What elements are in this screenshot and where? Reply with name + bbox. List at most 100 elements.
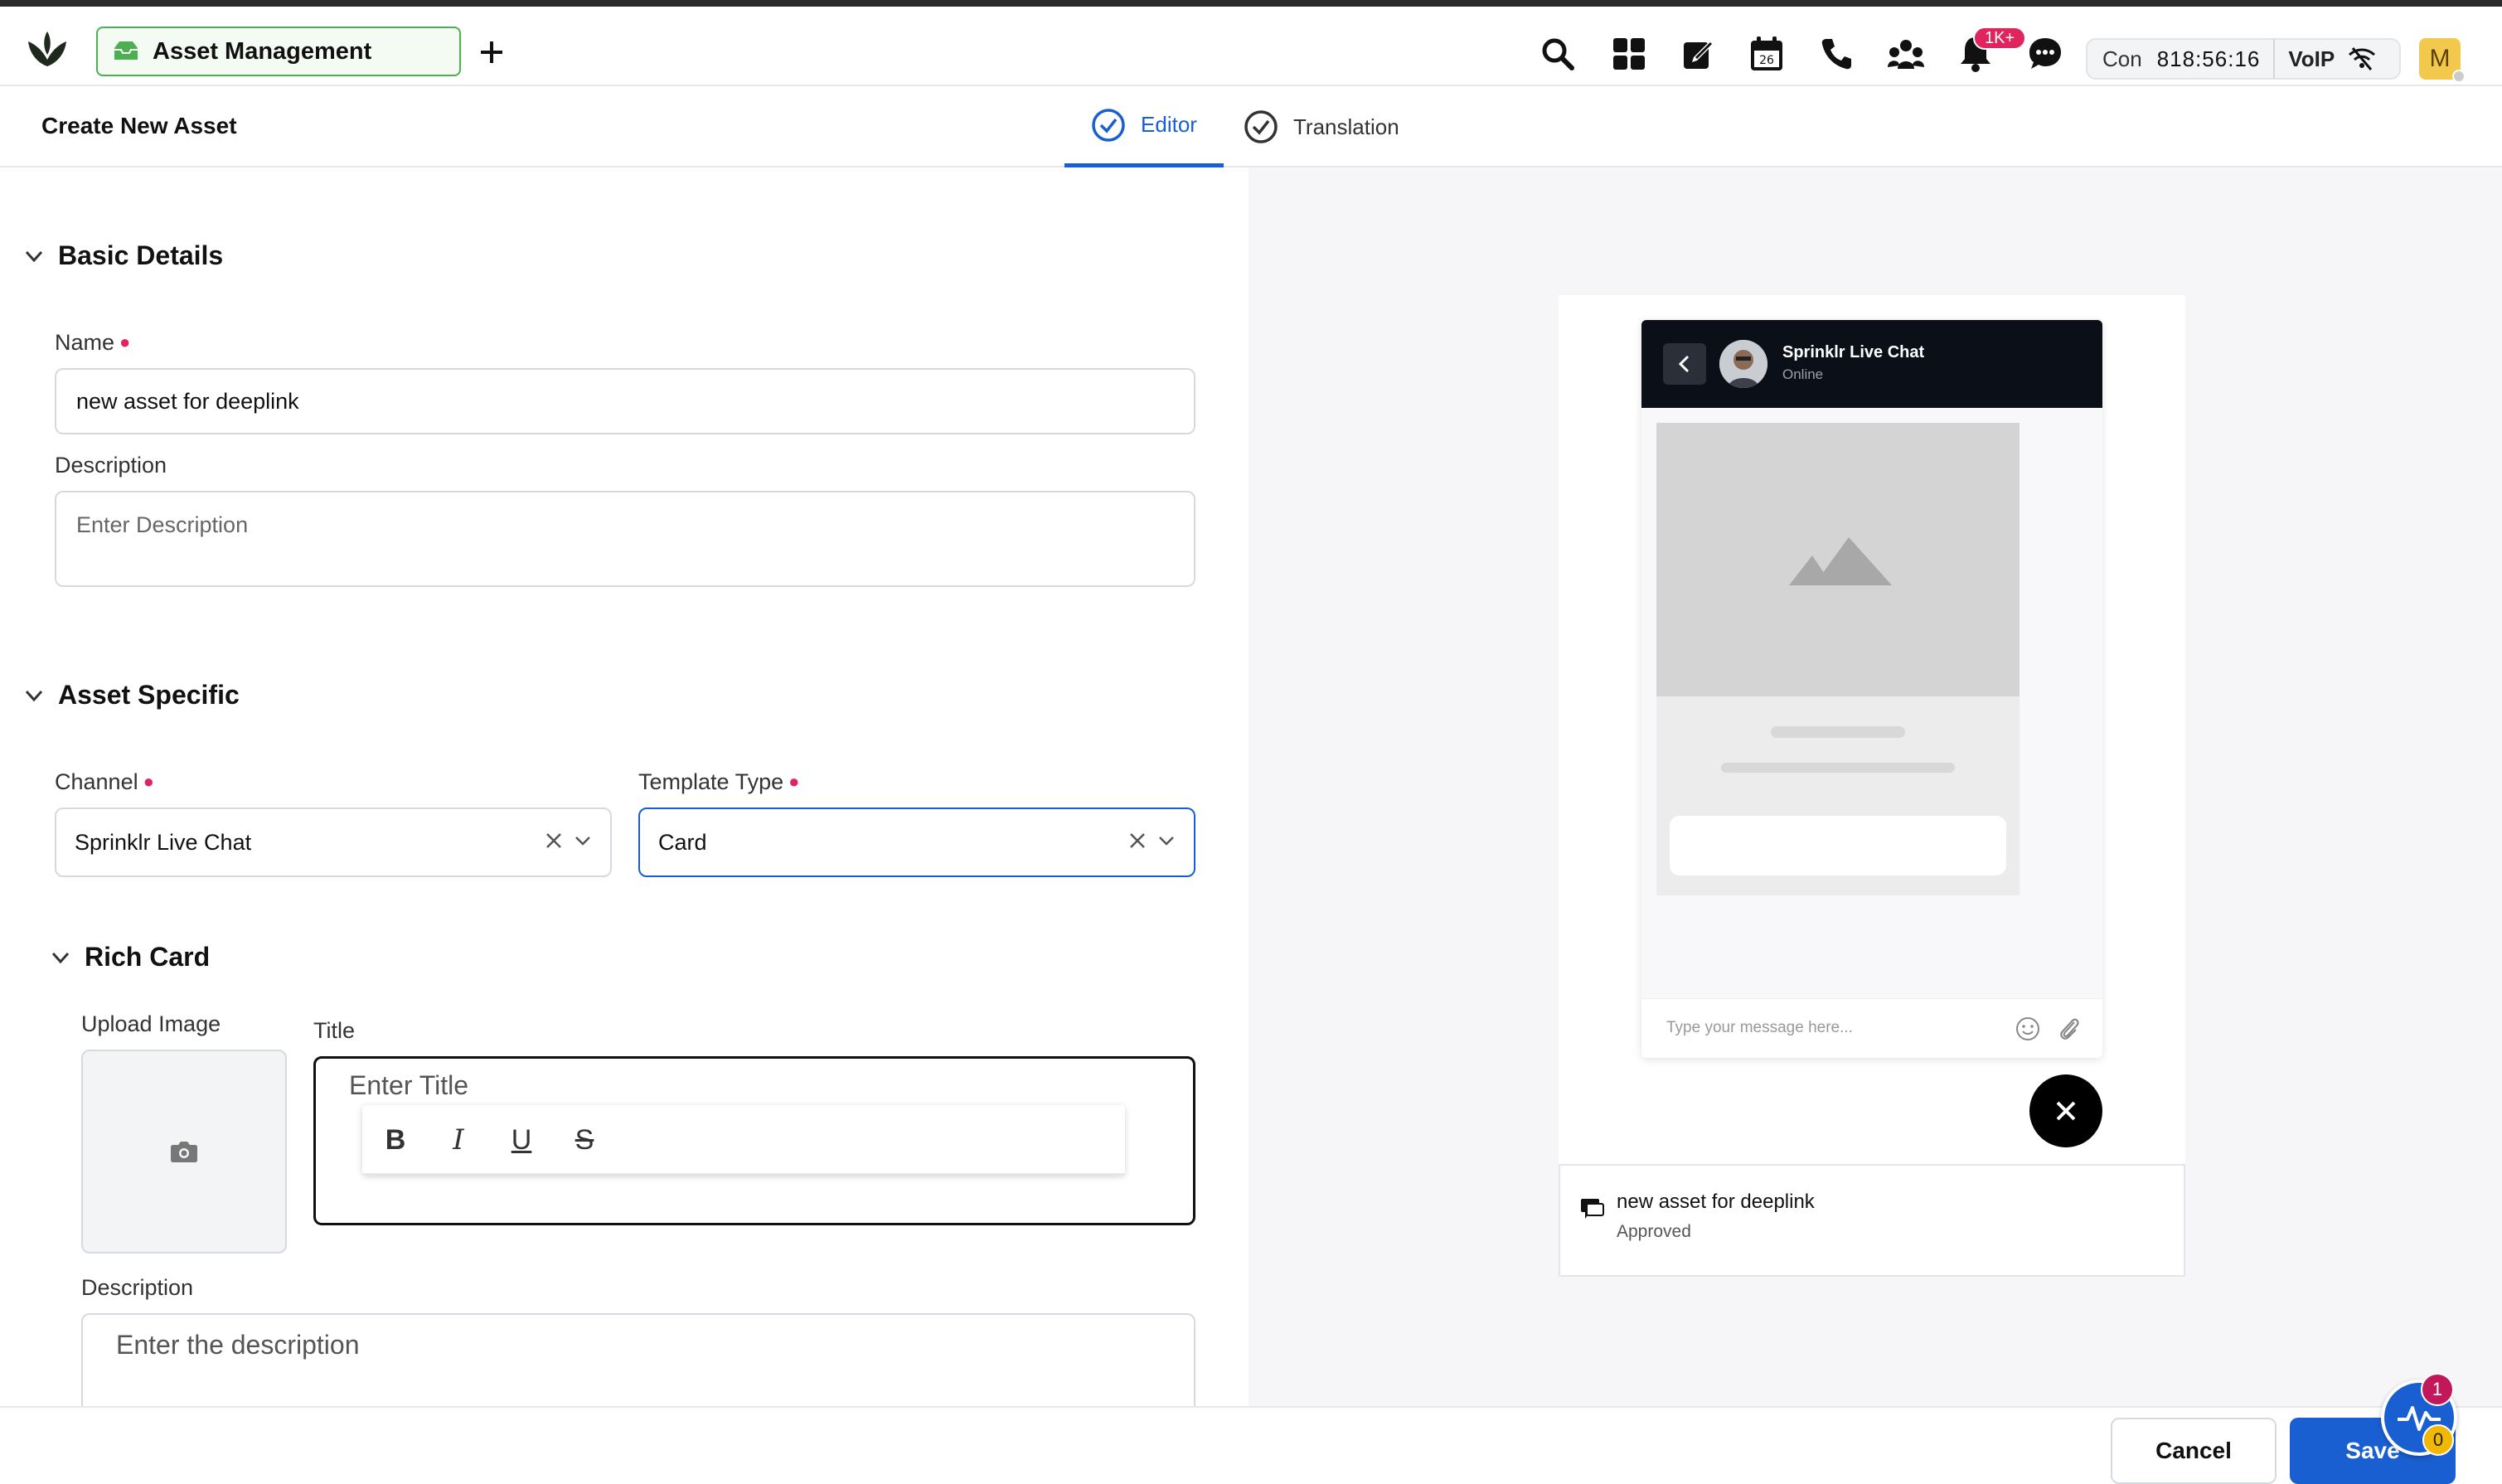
- attachment-icon[interactable]: [2058, 1014, 2081, 1044]
- asset-summary-name: new asset for deeplink: [1617, 1191, 1815, 1213]
- app-window: Asset Management 26 1K+ Con 818:56:16 Vo…: [0, 0, 2502, 1484]
- title-placeholder: Enter Title: [349, 1070, 469, 1100]
- preview-card: Sprinklr Live Chat Online Type your mess…: [1559, 295, 2185, 1166]
- strikethrough-button[interactable]: S: [568, 1123, 601, 1157]
- compose-button[interactable]: [1680, 35, 1718, 73]
- channel-select[interactable]: Sprinklr Live Chat: [55, 807, 612, 877]
- message-composer[interactable]: Type your message here...: [1641, 998, 2102, 1058]
- clear-icon[interactable]: [1127, 831, 1147, 851]
- apps-grid-button[interactable]: [1610, 35, 1648, 73]
- toolbar-divider: [362, 1173, 1125, 1175]
- section-rich-card-heading: Rich Card: [85, 942, 211, 972]
- connection-label: Con: [2102, 46, 2142, 71]
- phone-icon: [1821, 39, 1851, 70]
- card-description-label: Description: [81, 1275, 194, 1300]
- underline-button[interactable]: U: [505, 1123, 538, 1157]
- card-button-skeleton: [1670, 816, 2006, 875]
- required-marker: ●: [143, 771, 154, 792]
- tab-translation[interactable]: Translation: [1244, 86, 1426, 167]
- chevron-down-icon: [51, 952, 70, 963]
- phone-button[interactable]: [1817, 35, 1855, 73]
- search-button[interactable]: [1539, 35, 1577, 73]
- top-bar: Asset Management 26 1K+ Con 818:56:16 Vo…: [0, 13, 2502, 86]
- messages-button[interactable]: [2026, 35, 2064, 73]
- description-label: Description: [55, 453, 167, 478]
- section-asset-specific[interactable]: Asset Specific: [23, 680, 240, 710]
- presence-dot: [2452, 70, 2466, 83]
- card-title-skeleton: [1771, 726, 1905, 738]
- team-button[interactable]: [1887, 35, 1925, 73]
- message-placeholder: Type your message here...: [1666, 1019, 1853, 1036]
- italic-button[interactable]: I: [442, 1123, 475, 1157]
- calendar-day: 26: [1759, 54, 1774, 67]
- rich-card-preview: [1656, 423, 2020, 895]
- tab-translation-label: Translation: [1293, 114, 1399, 139]
- template-type-select[interactable]: Card: [638, 807, 1195, 877]
- section-rich-card[interactable]: Rich Card: [50, 942, 210, 972]
- channel-select-value: Sprinklr Live Chat: [75, 829, 252, 855]
- required-marker: ●: [788, 771, 800, 792]
- message-bubbles-icon: [1581, 1199, 1604, 1219]
- section-basic-details[interactable]: Basic Details: [23, 240, 223, 271]
- wifi-off-icon: [2349, 47, 2376, 70]
- upload-image-label: Upload Image: [81, 1011, 221, 1036]
- session-timer: 818:56:16: [2156, 46, 2261, 71]
- title-label: Title: [313, 1018, 356, 1043]
- camera-icon: [171, 1142, 197, 1162]
- agent-status-pill[interactable]: Con 818:56:16 VoIP: [2086, 38, 2401, 80]
- bold-button[interactable]: B: [379, 1123, 412, 1157]
- plus-icon: [481, 41, 502, 63]
- app-tab-asset-management[interactable]: Asset Management: [96, 27, 461, 76]
- chevron-left-icon: [1678, 355, 1690, 373]
- search-icon: [1542, 38, 1574, 70]
- template-type-label: Template Type ●: [638, 769, 799, 795]
- add-tab-button[interactable]: [476, 36, 507, 68]
- team-users-icon: [1888, 40, 1924, 69]
- action-footer: Cancel Save: [0, 1406, 2502, 1484]
- rich-text-toolbar: B I U S: [362, 1105, 1125, 1175]
- calendar-button[interactable]: 26: [1748, 35, 1786, 73]
- page-title: Create New Asset: [41, 113, 237, 138]
- title-editor[interactable]: Enter Title B I U S: [313, 1056, 1195, 1225]
- template-type-label-text: Template Type: [638, 769, 784, 794]
- sprinklr-logo-icon[interactable]: [23, 30, 71, 70]
- chat-name: Sprinklr Live Chat: [1782, 343, 1925, 361]
- card-description-placeholder: Enter the description: [116, 1330, 360, 1360]
- notification-count-badge: 1K+: [1973, 27, 2027, 50]
- preview-panel: Sprinklr Live Chat Online Type your mess…: [1249, 167, 2502, 1406]
- voip-label: VoIP: [2288, 46, 2335, 71]
- chat-widget-preview: Sprinklr Live Chat Online Type your mess…: [1641, 320, 2102, 1058]
- cancel-button[interactable]: Cancel: [2111, 1418, 2277, 1484]
- name-label: Name ●: [55, 330, 130, 356]
- helper-count-badge: 0: [2422, 1424, 2454, 1456]
- inbox-tray-icon: [114, 41, 138, 60]
- chat-body: [1641, 408, 2102, 998]
- helper-alert-badge: 1: [2421, 1373, 2454, 1406]
- chevron-down-icon[interactable]: [574, 834, 592, 847]
- chat-bubble-icon: [2029, 38, 2061, 69]
- close-icon: [2056, 1101, 2076, 1121]
- chevron-down-icon[interactable]: [1157, 834, 1176, 847]
- description-input[interactable]: Enter Description: [55, 491, 1195, 587]
- calendar-icon: 26: [1751, 36, 1782, 70]
- asset-summary-status: Approved: [1617, 1222, 1691, 1241]
- tab-editor-label: Editor: [1141, 112, 1197, 137]
- emoji-icon[interactable]: [2015, 1016, 2041, 1042]
- page-header: Create New Asset Editor Translation: [0, 86, 2502, 167]
- compose-edit-icon: [1684, 41, 1714, 69]
- app-tab-label: Asset Management: [153, 37, 372, 65]
- clear-icon[interactable]: [544, 831, 564, 851]
- chevron-down-icon: [25, 690, 43, 701]
- asset-summary: new asset for deeplink Approved: [1559, 1164, 2185, 1277]
- back-button[interactable]: [1663, 343, 1706, 385]
- section-asset-specific-heading: Asset Specific: [58, 680, 240, 710]
- agent-avatar-image: [1719, 340, 1767, 388]
- tab-editor[interactable]: Editor: [1064, 86, 1224, 167]
- close-chat-button[interactable]: [2029, 1074, 2102, 1147]
- card-image-placeholder: [1656, 423, 2020, 696]
- name-label-text: Name: [55, 330, 115, 355]
- name-input[interactable]: new asset for deeplink: [55, 368, 1195, 434]
- image-placeholder-icon: [1789, 537, 1892, 585]
- card-description-editor[interactable]: Enter the description: [81, 1313, 1195, 1406]
- upload-image-dropzone[interactable]: [81, 1050, 287, 1254]
